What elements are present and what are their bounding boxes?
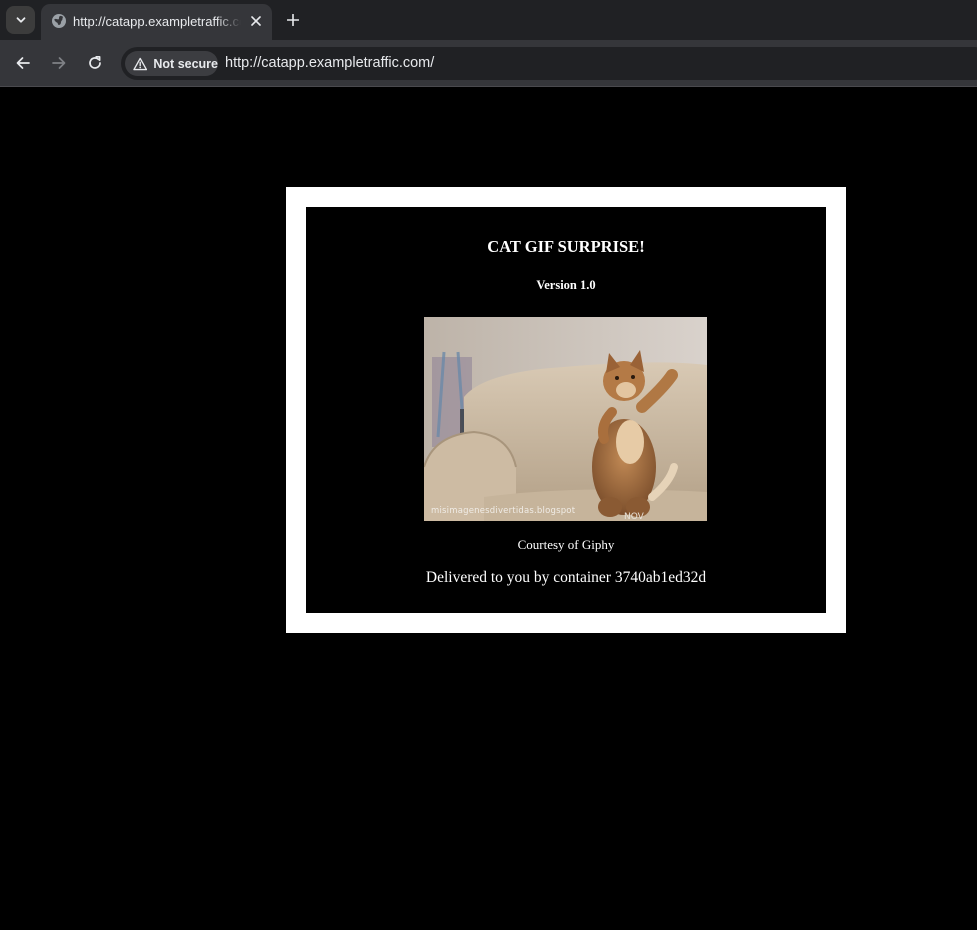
delivered-text: Delivered to you by container 3740ab1ed3…	[425, 569, 707, 586]
plus-icon	[287, 14, 299, 26]
reload-button[interactable]	[82, 50, 108, 76]
new-tab-button[interactable]	[280, 7, 306, 33]
forward-button[interactable]	[46, 50, 72, 76]
tab-strip: http://catapp.exampletraffic.com/	[0, 0, 977, 40]
content-card: CAT GIF SURPRISE! Version 1.0 NOV misima…	[306, 207, 826, 613]
tab-close-button[interactable]	[247, 12, 265, 30]
arrow-left-icon	[16, 57, 30, 69]
arrow-right-icon	[52, 57, 66, 69]
close-icon	[251, 16, 261, 26]
gif-watermark: misimagenesdivertidas.blogspot	[431, 506, 576, 516]
url-text[interactable]: http://catapp.exampletraffic.com/	[225, 54, 434, 73]
browser-toolbar: Not secure http://catapp.exampletraffic.…	[0, 40, 977, 87]
version-label: Version 1.0	[536, 278, 596, 292]
white-frame: CAT GIF SURPRISE! Version 1.0 NOV misima…	[286, 187, 846, 633]
reload-icon	[89, 55, 101, 69]
tab-search-button[interactable]	[6, 6, 35, 34]
courtesy-text: Courtesy of Giphy	[517, 537, 615, 552]
svg-text:NOV: NOV	[624, 512, 645, 521]
warning-triangle-icon	[133, 57, 148, 70]
security-label: Not secure	[153, 56, 218, 71]
chevron-down-icon	[16, 17, 25, 23]
security-chip[interactable]: Not secure	[125, 51, 218, 76]
globe-icon	[52, 14, 66, 28]
address-bar[interactable]: Not secure http://catapp.exampletraffic.…	[121, 47, 977, 80]
active-tab[interactable]: http://catapp.exampletraffic.com/	[41, 4, 272, 40]
cat-gif: NOV misimagenesdivertidas.blogspot	[424, 317, 707, 521]
back-button[interactable]	[10, 50, 36, 76]
page-title: CAT GIF SURPRISE!	[487, 237, 645, 256]
tab-title: http://catapp.exampletraffic.com/	[73, 14, 241, 29]
cat-gif-illustration: NOV	[424, 317, 707, 521]
page-viewport: CAT GIF SURPRISE! Version 1.0 NOV misima…	[0, 88, 977, 930]
